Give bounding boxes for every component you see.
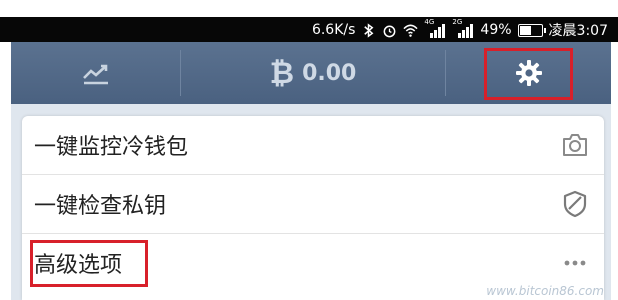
bitcoin-icon: ₿ (269, 55, 295, 91)
watermark: www.bitcoin86.com (486, 284, 604, 298)
signal-indicator-4g: 4G (424, 18, 446, 38)
clock: 凌晨3:07 (548, 23, 608, 39)
bluetooth-icon (364, 22, 374, 38)
settings-highlight-box (484, 48, 573, 100)
menu-item-label: 一键检查私钥 (34, 194, 167, 219)
top-toolbar: ₿ 0.00 (11, 42, 611, 104)
network-speed: 6.6K/s (311, 22, 356, 38)
wifi-icon (403, 24, 419, 37)
camera-icon (563, 134, 587, 156)
settings-menu: 一键监控冷钱包 一键检查私钥 高级选项 (11, 104, 611, 300)
shield-icon (563, 190, 587, 218)
balance-display[interactable]: ₿ 0.00 (181, 42, 445, 104)
battery-icon (517, 23, 546, 37)
menu-item-monitor-cold-wallet[interactable]: 一键监控冷钱包 (22, 116, 604, 174)
battery-percent: 49% (480, 22, 512, 38)
menu-item-label: 一键监控冷钱包 (34, 135, 189, 160)
chart-button[interactable] (11, 42, 180, 104)
signal-indicator-2g: 2G (452, 18, 474, 38)
signal-icon (430, 24, 446, 38)
balance-amount: 0.00 (302, 60, 357, 86)
alarm-icon (384, 25, 396, 37)
menu-item-check-private-key[interactable]: 一键检查私钥 (22, 175, 604, 233)
status-bar: 6.6K/s 4G 2G 49% 凌晨3:07 (0, 17, 618, 42)
chart-line-icon (82, 64, 108, 85)
advanced-options-highlight-box (30, 240, 148, 287)
signal-icon (458, 24, 474, 38)
menu-panel: 一键监控冷钱包 一键检查私钥 高级选项 (22, 116, 604, 300)
more-dots-icon (564, 260, 586, 266)
